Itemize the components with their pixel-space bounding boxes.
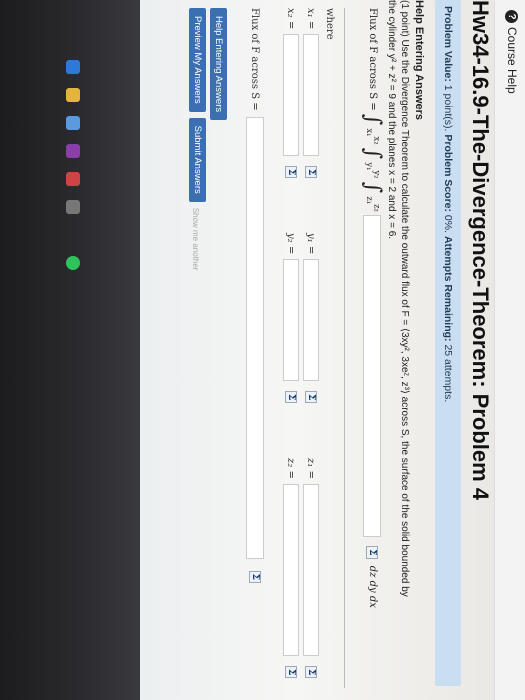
integral-x: ∫ bbox=[360, 113, 385, 126]
integral-z: ∫ bbox=[360, 181, 385, 194]
z1-math-button[interactable]: Σ bbox=[305, 666, 317, 679]
integrand-differentials: dz dy dx bbox=[367, 565, 378, 608]
help-icon: ? bbox=[505, 10, 519, 23]
x2-input[interactable] bbox=[283, 34, 299, 156]
y2-math-button[interactable]: Σ bbox=[285, 391, 297, 404]
y1-input[interactable] bbox=[303, 259, 319, 381]
lim-x-lower: x₁ bbox=[365, 128, 375, 137]
course-help-label: Course Help bbox=[505, 27, 519, 94]
course-help-link[interactable]: ? Course Help bbox=[505, 10, 519, 94]
lim-x-upper: x₂ bbox=[372, 136, 383, 145]
attempts-remaining: 25 attempts. bbox=[442, 344, 454, 403]
problem-value-label: Problem Value: bbox=[442, 6, 454, 82]
statement-line-1: (1 point) Use the Divergence Theorem to … bbox=[399, 0, 410, 597]
webwork-page: ? Course Help Hw34-16.9-The-Divergence-T… bbox=[140, 0, 525, 700]
z1-label: z₁ = bbox=[305, 458, 317, 479]
problem-title: Hw34-16.9-The-Divergence-Theorem: Proble… bbox=[468, 0, 493, 501]
file-explorer-icon[interactable] bbox=[66, 88, 80, 102]
edge-browser-icon[interactable] bbox=[66, 60, 80, 74]
y1-label: y₁ = bbox=[305, 233, 317, 255]
photos-icon[interactable] bbox=[66, 200, 80, 214]
flux-answer-label: Flux of F across S = bbox=[249, 8, 261, 111]
flux-integral-setup: Flux of F across S = ∫ x₁x₂ ∫ y₁y₂ ∫ z₁z… bbox=[344, 8, 385, 688]
problem-info-bar: Problem Value: 1 point(s). Problem Score… bbox=[435, 0, 461, 686]
lim-z-upper: z₂ bbox=[372, 204, 383, 212]
store-icon[interactable] bbox=[66, 116, 80, 130]
y1-math-button[interactable]: Σ bbox=[305, 391, 317, 404]
flux-integral-label: Flux of F across S = bbox=[367, 8, 378, 111]
submit-answers-button[interactable]: Submit Answers bbox=[189, 117, 206, 202]
show-me-another-link[interactable]: Show me another bbox=[191, 208, 200, 271]
y2-label: y₂ = bbox=[285, 233, 297, 255]
problem-body: Help Entering Answers (1 point) Use the … bbox=[385, 0, 425, 690]
help-entering-answers-button[interactable]: Help Entering Answers bbox=[210, 8, 227, 121]
onenote-icon[interactable] bbox=[66, 144, 80, 158]
monitor-bezel bbox=[0, 0, 140, 700]
z2-label: z₂ = bbox=[285, 458, 297, 479]
statement-line-2: the cylinder y² + z² = 9 and the planes … bbox=[386, 0, 397, 240]
problem-score-label: Problem Score: bbox=[442, 134, 454, 212]
problem-score: 0%. bbox=[442, 214, 454, 234]
y2-input[interactable] bbox=[283, 259, 299, 381]
z2-math-button[interactable]: Σ bbox=[285, 666, 297, 679]
submit-row: Preview My Answers Submit Answers Show m… bbox=[185, 8, 206, 270]
spotify-icon[interactable] bbox=[66, 256, 80, 270]
browser-screen: ? Course Help Hw34-16.9-The-Divergence-T… bbox=[140, 0, 525, 700]
lim-y-upper: y₂ bbox=[372, 170, 383, 179]
x2-label: x₂ = bbox=[285, 8, 297, 30]
flux-answer-math-button[interactable]: Σ bbox=[249, 570, 261, 584]
x2-math-button[interactable]: Σ bbox=[285, 166, 297, 179]
attempts-label: Attempts Remaining: bbox=[442, 235, 454, 342]
help-entering-answers-heading[interactable]: Help Entering Answers bbox=[413, 0, 425, 690]
z2-input[interactable] bbox=[283, 484, 299, 656]
x1-input[interactable] bbox=[303, 34, 319, 156]
z1-input[interactable] bbox=[303, 484, 319, 656]
limits-block: where x₁ = Σ x₂ = Σ y₁ = Σ y₂ = Σ z₁ = Σ… bbox=[279, 8, 335, 688]
integrand-math-button[interactable]: Σ bbox=[366, 546, 378, 559]
integrand-input[interactable] bbox=[363, 215, 382, 538]
app-icon[interactable] bbox=[66, 172, 80, 186]
flux-answer-row: Flux of F across S = Σ bbox=[243, 8, 267, 688]
where-label: where bbox=[324, 8, 335, 40]
problem-value: 1 point(s). bbox=[442, 84, 454, 132]
action-buttons: Help Entering Answers Preview My Answers… bbox=[169, 8, 229, 270]
top-bar: ? Course Help bbox=[494, 0, 525, 700]
problem-statement: (1 point) Use the Divergence Theorem to … bbox=[385, 0, 411, 690]
flux-answer-input[interactable] bbox=[246, 116, 264, 559]
preview-answers-button[interactable]: Preview My Answers bbox=[189, 8, 206, 112]
x1-math-button[interactable]: Σ bbox=[305, 166, 317, 179]
lim-z-lower: z₁ bbox=[365, 196, 375, 205]
x1-label: x₁ = bbox=[305, 8, 317, 30]
integral-y: ∫ bbox=[360, 147, 385, 160]
